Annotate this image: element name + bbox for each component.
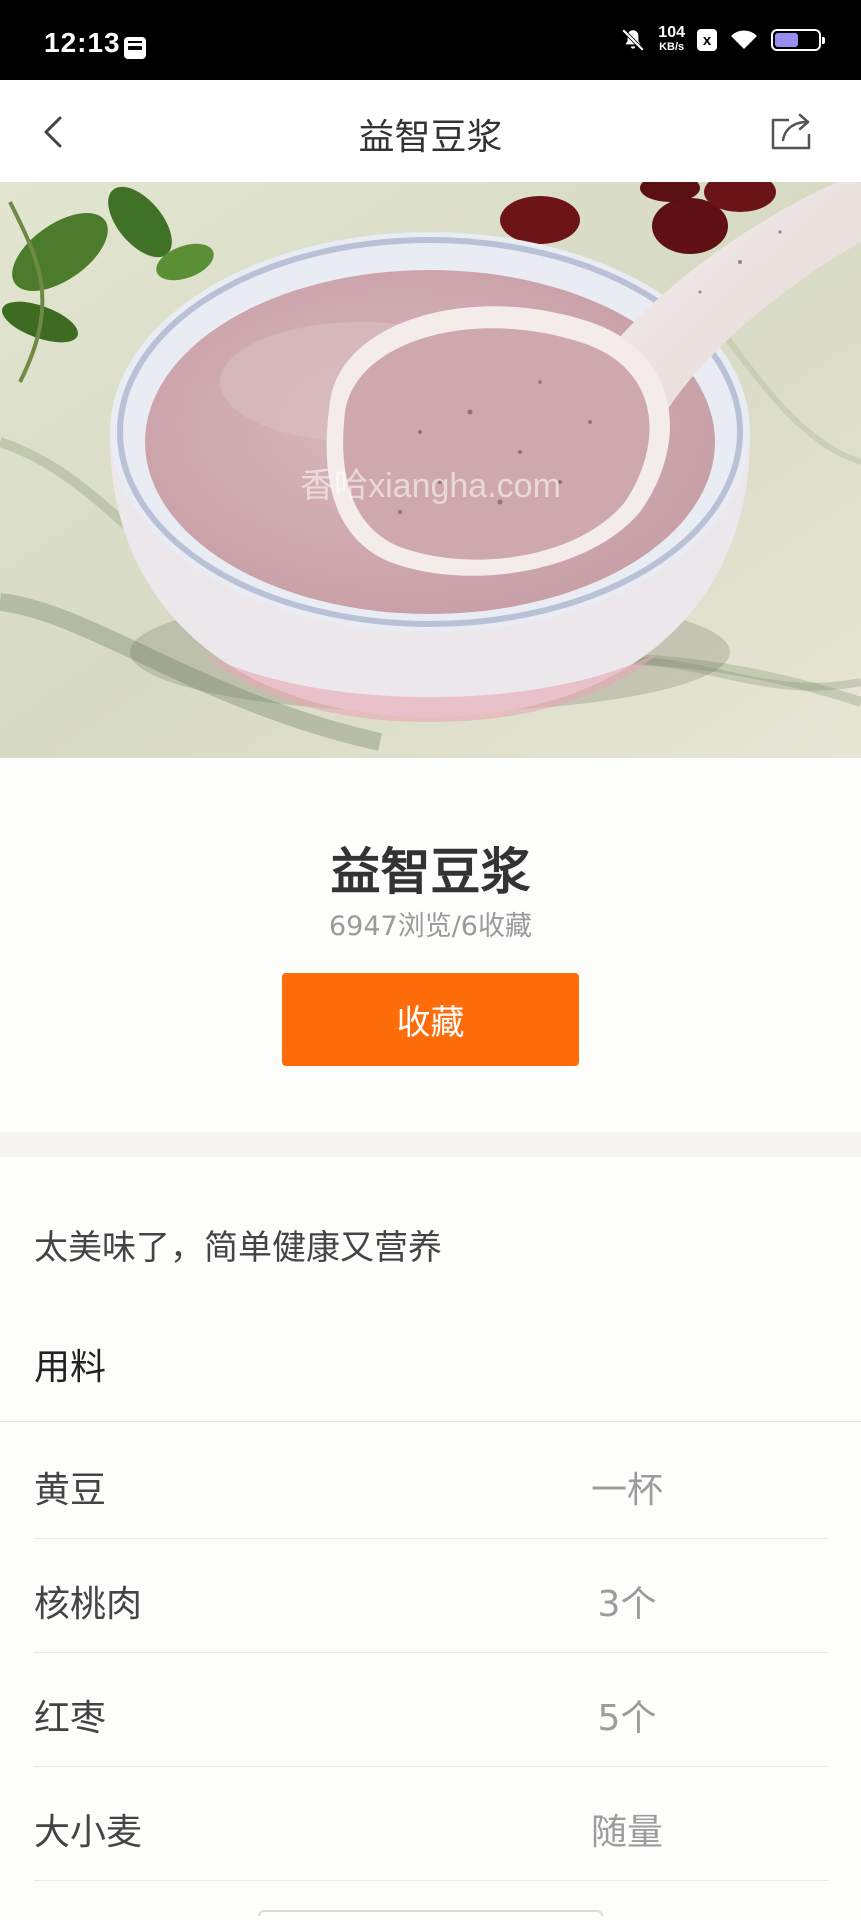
ingredient-amount: 3个 <box>597 1584 657 1625</box>
ingredient-row: 黄豆 一杯 <box>34 1425 829 1539</box>
recipe-hero-image: 香哈xiangha.com <box>0 182 861 758</box>
ingredient-amount: 随量 <box>590 1812 663 1853</box>
ingredient-row: 大小麦 随量 <box>34 1767 829 1881</box>
ingredient-name: 红枣 <box>34 1698 107 1739</box>
ingredient-name: 核桃肉 <box>34 1584 143 1625</box>
battery-icon <box>771 29 825 51</box>
ingredient-name: 黄豆 <box>34 1470 107 1511</box>
bell-off-icon <box>622 28 645 52</box>
ingredient-name: 大小麦 <box>34 1812 143 1853</box>
recipe-description: 太美味了，简单健康又营养 <box>34 1228 442 1268</box>
share-icon[interactable] <box>769 110 815 152</box>
status-icons: 104 KB/s x <box>620 0 825 80</box>
favorite-button[interactable]: 收藏 <box>282 973 579 1066</box>
status-bar: 12:13 104 KB/s x <box>0 0 861 80</box>
network-speed: 104 KB/s <box>658 24 685 54</box>
home-indicator[interactable] <box>258 1910 603 1916</box>
section-divider <box>0 1132 861 1157</box>
ingredient-amount: 一杯 <box>590 1470 663 1511</box>
network-speed-value: 104 <box>658 24 685 41</box>
status-time: 12:13 <box>44 27 121 58</box>
page-title: 益智豆浆 <box>358 117 503 158</box>
wifi-icon <box>731 30 757 49</box>
ingredients-heading: 用料 <box>34 1347 107 1388</box>
network-speed-unit: KB/s <box>659 41 685 53</box>
recipe-stats: 6947浏览/6收藏 <box>329 911 532 942</box>
ingredient-row: 红枣 5个 <box>34 1653 829 1767</box>
sim-disabled-icon: x <box>697 29 717 51</box>
image-watermark: 香哈xiangha.com <box>300 467 561 505</box>
recipe-title: 益智豆浆 <box>330 843 531 901</box>
ingredients-divider <box>0 1421 861 1422</box>
ingredient-amount: 5个 <box>597 1698 657 1739</box>
battery-cap <box>822 37 825 44</box>
top-nav-bar: 益智豆浆 <box>0 80 861 182</box>
battery-level <box>775 33 799 47</box>
ingredient-row: 核桃肉 3个 <box>34 1539 829 1653</box>
calendar-icon <box>124 37 146 59</box>
